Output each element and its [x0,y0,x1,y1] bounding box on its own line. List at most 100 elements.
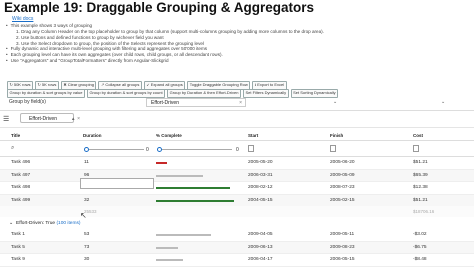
search-icon: ⌕ [11,145,15,151]
cost-filter[interactable] [413,145,419,152]
toggle-grouping-icon[interactable]: ☰ [3,115,9,123]
button-icon: ⭳ [254,82,257,87]
description-list: This example shows 3 ways of grouping1. … [6,23,324,64]
duration-filter-value: 0 [146,147,149,153]
group-by-select[interactable]: Effort-Driven × [146,98,246,107]
column-header-complete[interactable]: % Complete [156,133,182,138]
percent-complete-bar [156,234,211,236]
button-icon: ↗ [100,82,105,87]
cost-cell[interactable]: -$3.02 [413,232,427,237]
title-cell[interactable]: Task 9 [11,257,25,262]
grouped-column-chip[interactable]: Effort-Driven ▲ × [20,113,80,124]
wiki-docs-link[interactable]: Wiki docs [12,16,33,22]
table-row[interactable]: Task 5 73 2009-06-13 2009-08-23 -$6.75 [0,241,474,254]
finish-cell[interactable]: 2008-07-23 [330,185,355,190]
duration-cell[interactable]: 30 [84,257,89,262]
button-icon: ↻ [9,82,13,87]
percent-complete-bar [156,187,231,189]
button-label: Group by duration & sort groups by value [9,90,83,95]
grouped-column-label: Effort-Driven [29,116,57,122]
start-cell[interactable]: 2005-05-20 [248,160,273,165]
complete-filter-value: 0 [236,147,239,153]
finish-cell[interactable]: 2006-05-15 [330,257,355,262]
group-totals-row: 25533 $18706.16 [0,206,474,217]
button-label: Group by duration & sort groups by count [89,90,163,95]
table-row[interactable]: Task 496 11 2005-05-20 2005-06-20 $51.21 [0,157,474,170]
button-label: Export to Excel [257,82,285,87]
cost-cell[interactable]: -$6.75 [413,245,427,250]
button-label: Collapse all groups [105,82,140,87]
start-date-filter[interactable] [248,145,254,152]
title-cell[interactable]: Task 5 [11,245,25,250]
duration-cell[interactable]: 73 [84,245,89,250]
duration-cell-editor[interactable] [80,178,154,189]
button-label: 50K rows [13,82,31,87]
duration-slider[interactable] [89,149,144,150]
group-title: Effort-Driven: True (100 items) [16,221,80,226]
cost-cell[interactable]: $12.38 [413,185,428,190]
group-by-label: Group by field(s) [9,99,46,105]
percent-complete-bar [156,162,167,164]
group-label: Effort-Driven: True [16,221,56,226]
start-cell[interactable]: 2004-05-15 [248,198,273,203]
button-icon: ↙ [146,82,150,87]
table-row[interactable]: Task 498812008-02-122008-07-23$12.38 [0,182,474,195]
filter-row: ⌕ 0 0 [0,143,474,157]
grouping-drop-zone[interactable]: ☰ Effort-Driven ▲ × [0,112,474,128]
finish-cell[interactable]: 2005-02-15 [330,198,355,203]
button-label: Set Sorting Dynamically [293,90,336,95]
remove-icon[interactable]: × [239,99,242,108]
group-header-row[interactable]: ⌄ Effort-Driven: True (100 items) [0,218,474,229]
title-cell[interactable]: Task 499 [11,198,30,203]
column-header-title[interactable]: Title [11,133,20,138]
remove-group-icon[interactable]: × [77,114,80,124]
table-row[interactable]: Task 9 30 2006-04-17 2006-05-15 -$8.48 [0,254,474,267]
finish-cell[interactable]: 2005-06-20 [330,160,355,165]
finish-cell[interactable]: 2009-05-09 [330,173,355,178]
percent-complete-bar [156,246,178,249]
page-title: Example 19: Draggable Grouping & Aggrega… [4,0,315,15]
duration-cell[interactable]: 96 [84,173,89,178]
sort-asc-icon[interactable]: ▲ [71,114,75,124]
title-cell[interactable]: Task 496 [11,160,30,165]
start-cell[interactable]: 2009-06-13 [248,245,273,250]
cost-cell[interactable]: -$8.48 [413,257,427,262]
cost-cell[interactable]: $51.21 [413,198,428,203]
percent-complete-bar [156,259,184,261]
table-row[interactable]: Task 1 53 2009-04-05 2009-05-11 -$3.02 [0,229,474,242]
group-by-select-value: Effort-Driven [151,100,179,106]
description-item: 1. Drag any Column Header on the top pla… [16,28,324,34]
button-icon: ↻ [37,82,41,87]
group-toggle-icon[interactable]: ⌄ [9,221,13,226]
table-row[interactable]: Task 497 96 2006-03-31 2009-05-09 $65.39 [0,169,474,182]
column-header-finish[interactable]: Finish [330,133,343,138]
group-by-bar: Group by field(s) Effort-Driven × ⌄ ⌄ [0,97,474,111]
button-label: Toggle Draggable Grouping Row [189,82,248,87]
chevron-down-icon[interactable]: ⌄ [441,99,445,105]
start-cell[interactable]: 2006-04-17 [248,257,273,262]
column-header-cost[interactable]: Cost [413,133,423,138]
complete-slider[interactable] [162,149,232,150]
finish-cell[interactable]: 2009-08-23 [330,245,355,250]
cost-cell[interactable]: $51.21 [413,160,428,165]
start-cell[interactable]: 2008-02-12 [248,185,273,190]
finish-date-filter[interactable] [330,145,336,152]
duration-cell[interactable]: 32 [84,198,89,203]
duration-cell[interactable]: 11 [84,160,89,165]
button-label: Group by Duration & then Effort-Driven [169,90,239,95]
chevron-down-icon[interactable]: ⌄ [333,99,337,105]
percent-complete-bar [156,199,234,202]
percent-complete-bar [156,174,203,177]
cost-cell[interactable]: $65.39 [413,173,428,178]
start-cell[interactable]: 2006-03-31 [248,173,273,178]
title-cell[interactable]: Task 1 [11,232,25,237]
title-cell[interactable]: Task 498 [11,185,30,190]
column-header-duration[interactable]: Duration [83,133,102,138]
start-cell[interactable]: 2009-04-05 [248,232,273,237]
finish-cell[interactable]: 2009-05-11 [330,232,354,237]
cost-total: $18706.16 [413,209,435,214]
title-cell[interactable]: Task 497 [11,173,30,178]
column-header-start[interactable]: Start [248,133,258,138]
button-label: 5K rows [41,82,57,87]
duration-cell[interactable]: 53 [84,232,89,237]
